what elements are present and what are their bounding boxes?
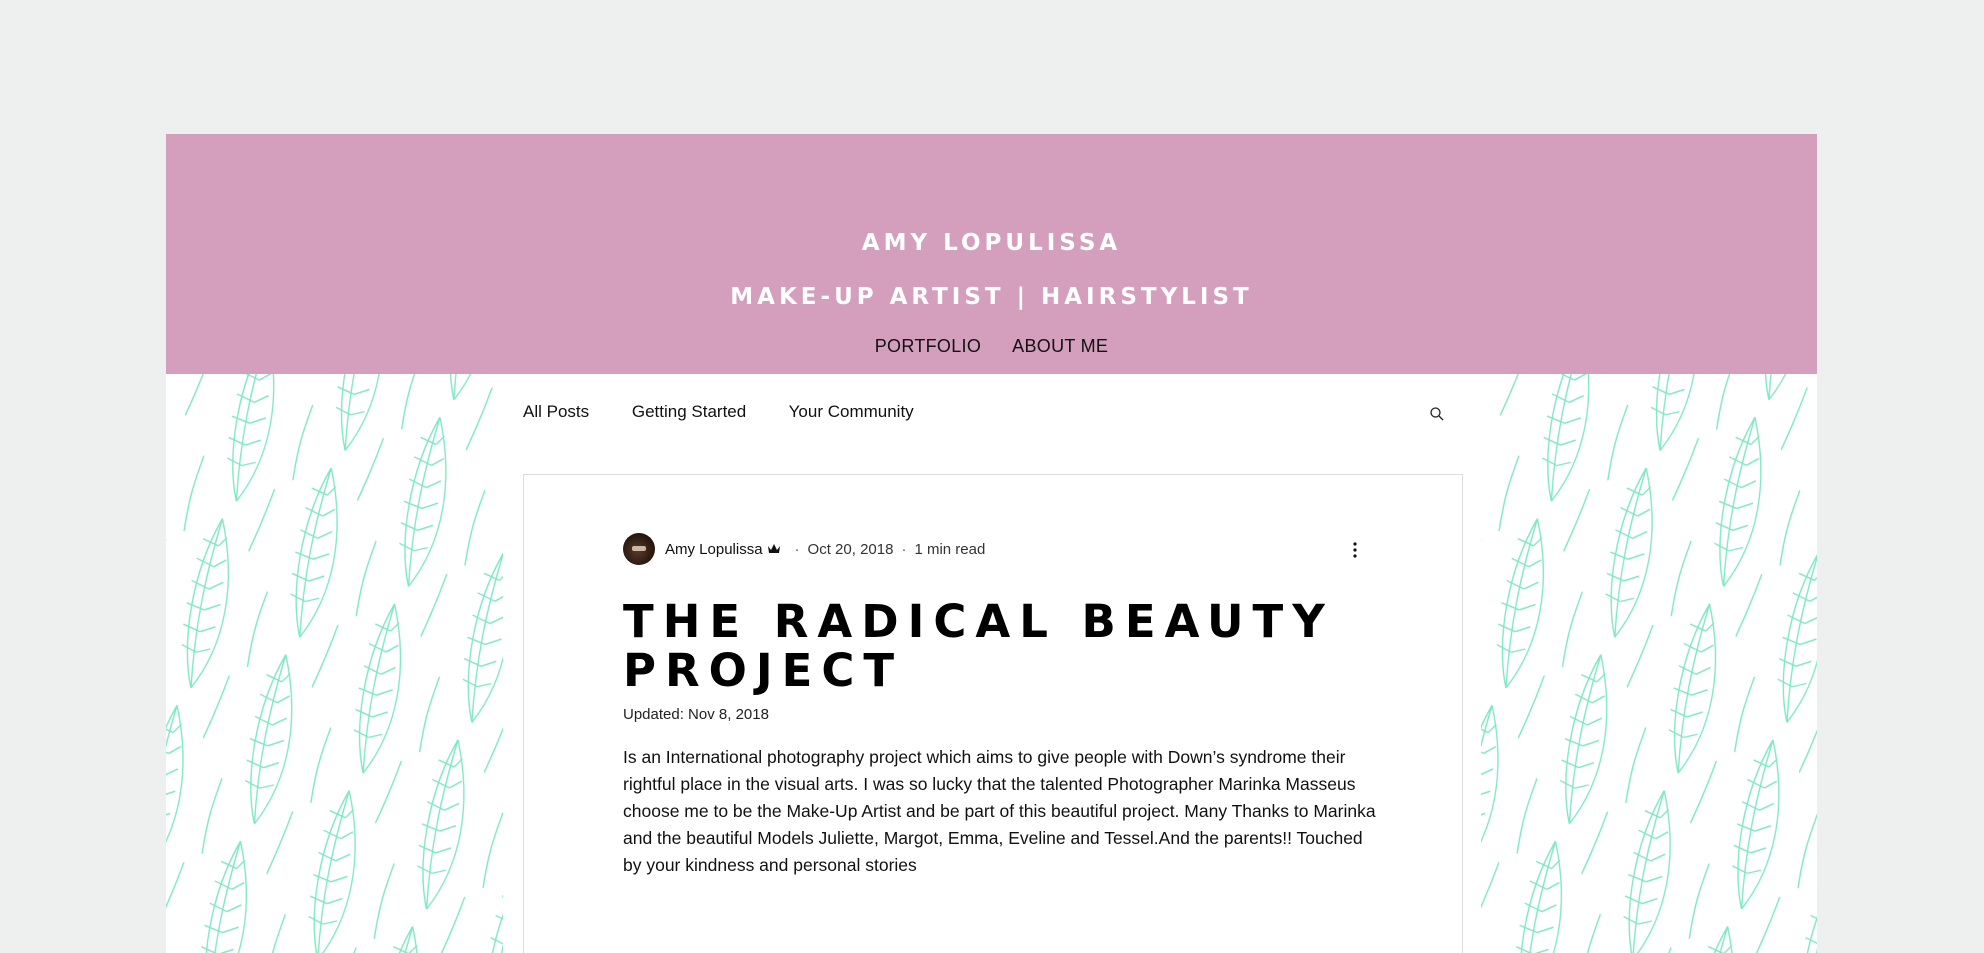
post-card: Amy Lopulissa · Oct 20, 2018 · 1 min rea…	[523, 474, 1463, 953]
site-title[interactable]: AMY LOPULISSA	[166, 230, 1817, 256]
avatar[interactable]	[623, 533, 655, 565]
search-icon[interactable]	[1429, 406, 1445, 422]
more-vertical-icon[interactable]	[1352, 541, 1358, 559]
post-body: Is an International photography project …	[623, 747, 1376, 875]
nav-about-me-link[interactable]: ABOUT ME	[1012, 336, 1108, 356]
read-time: 1 min read	[914, 540, 986, 558]
blog-content: All Posts Getting Started Your Community…	[503, 374, 1481, 953]
leaf-pattern-right	[1481, 374, 1817, 953]
post-title: THE RADICAL BEAUTY PROJECT	[623, 595, 1334, 697]
crown-icon	[767, 544, 780, 553]
post-meta: Amy Lopulissa · Oct 20, 2018 · 1 min rea…	[623, 533, 985, 565]
nav-portfolio-link[interactable]: PORTFOLIO	[875, 336, 981, 356]
updated-date: Updated: Nov 8, 2018	[623, 706, 769, 723]
category-getting-started[interactable]: Getting Started	[632, 402, 746, 421]
post-date: Oct 20, 2018	[807, 540, 894, 558]
meta-separator: ·	[794, 540, 800, 558]
blog-category-nav: All Posts Getting Started Your Community	[523, 402, 952, 422]
leaf-pattern-right-graphic	[1481, 374, 1817, 953]
leaf-pattern-left-graphic	[166, 374, 503, 953]
meta-separator: ·	[901, 540, 907, 558]
site-subtitle: MAKE-UP ARTIST | HAIRSTYLIST	[730, 284, 1253, 310]
author-name[interactable]: Amy Lopulissa	[665, 541, 763, 558]
top-nav: PORTFOLIO ABOUT ME	[166, 336, 1817, 357]
site-header: AMY LOPULISSA MAKE-UP ARTIST | HAIRSTYLI…	[166, 134, 1817, 374]
category-all-posts[interactable]: All Posts	[523, 402, 589, 421]
site: AMY LOPULISSA MAKE-UP ARTIST | HAIRSTYLI…	[166, 134, 1817, 953]
leaf-pattern-left	[166, 374, 503, 953]
category-your-community[interactable]: Your Community	[789, 402, 914, 421]
